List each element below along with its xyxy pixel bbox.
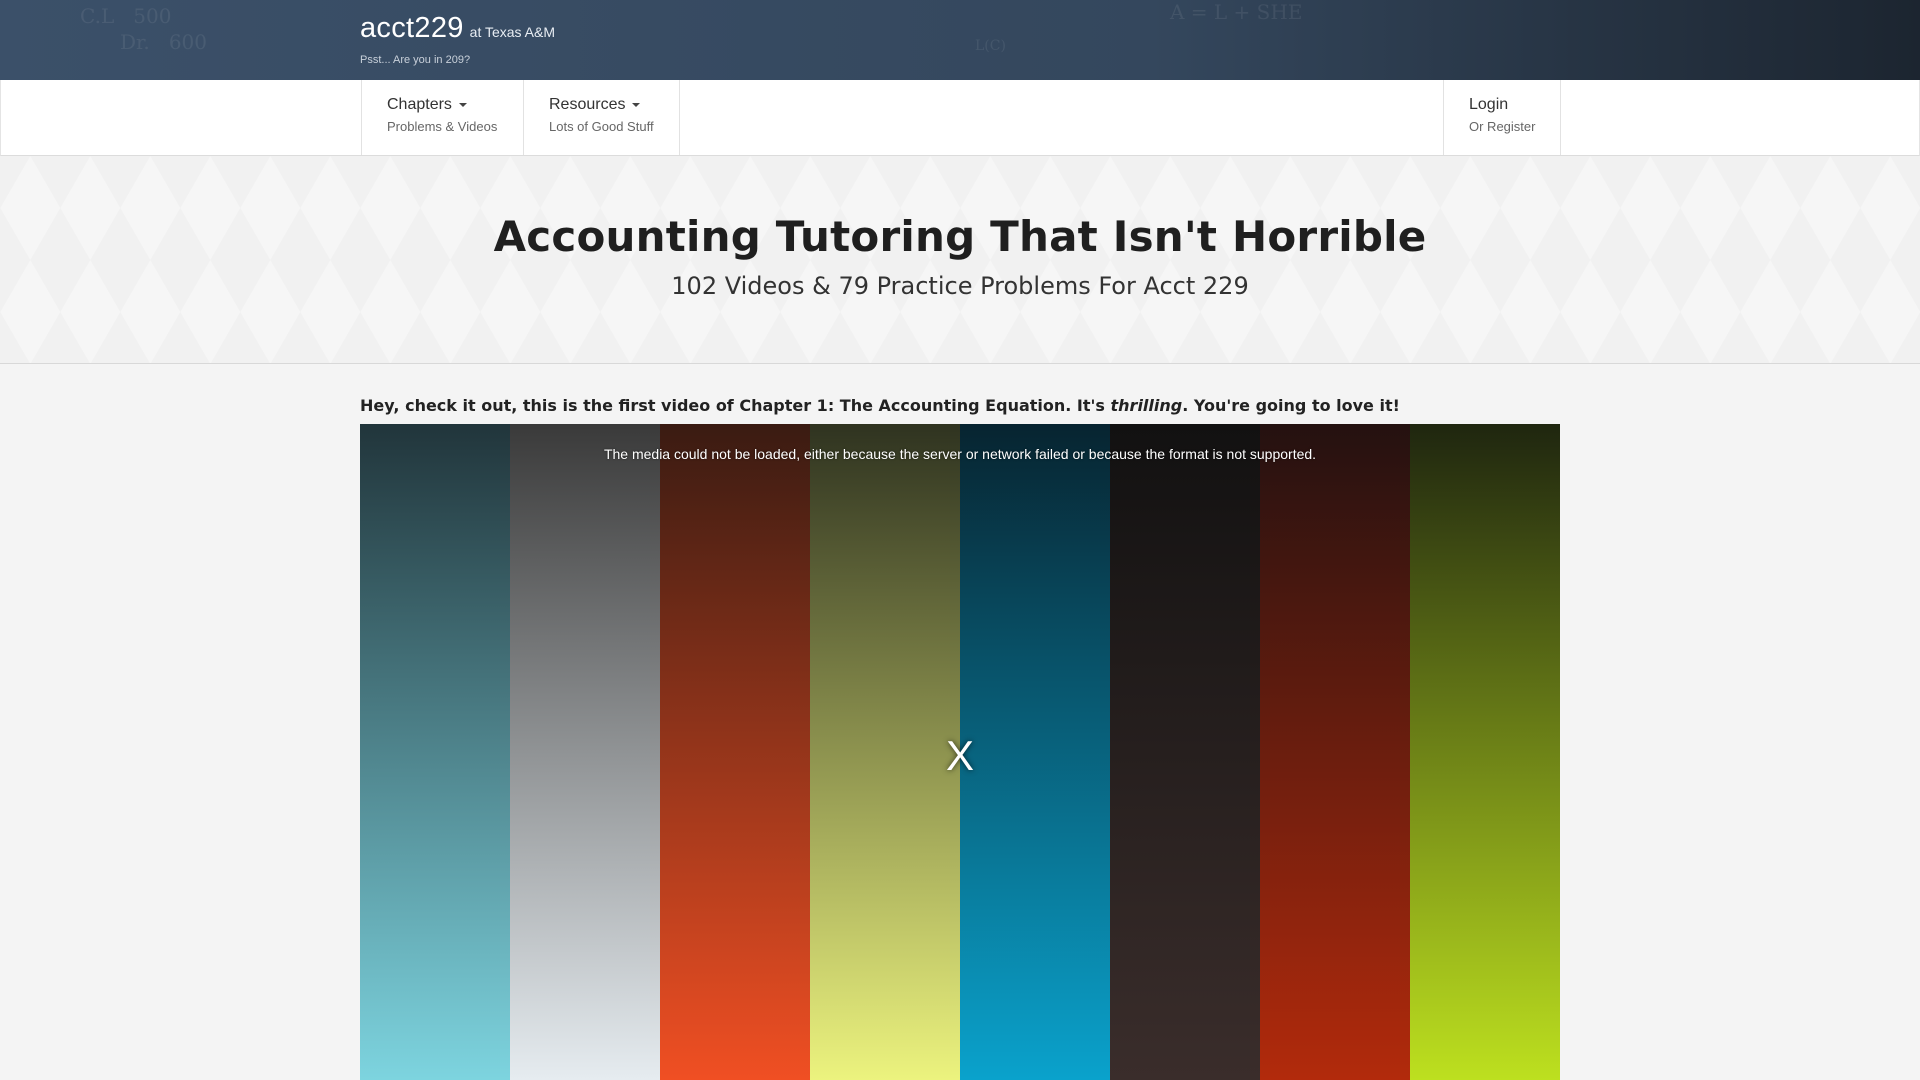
caret-down-icon <box>458 103 467 107</box>
page-subtitle: 102 Videos & 79 Practice Problems For Ac… <box>671 272 1249 300</box>
color-bar-2 <box>510 424 660 1080</box>
background-doodle: L(C) <box>975 38 1006 54</box>
nav-login-label: Login <box>1469 96 1509 113</box>
nav-chapters-title: Chapters <box>387 96 499 114</box>
nav-chapters-sub: Problems & Videos <box>387 119 498 134</box>
nav-resources-dropdown[interactable]: Resources Lots of Good Stuff <box>523 80 680 155</box>
nav-login[interactable]: Login Or Register <box>1443 80 1561 155</box>
nav-chapters-label: Chapters <box>387 96 452 113</box>
caret-down-icon <box>632 103 641 107</box>
nav-resources-label: Resources <box>549 96 626 113</box>
background-doodle: C.L 500 <box>80 4 172 28</box>
video-player[interactable]: The media could not be loaded, either be… <box>360 424 1560 1080</box>
background-doodle: Dr. 600 <box>120 30 208 54</box>
error-x-icon: X <box>945 732 974 779</box>
intro-text-start: Hey, check it out, this is the first vid… <box>360 396 1111 415</box>
page-title: Accounting Tutoring That Isn't Horrible <box>493 212 1427 261</box>
hero-section: Accounting Tutoring That Isn't Horrible … <box>0 156 1920 364</box>
video-intro-text: Hey, check it out, this is the first vid… <box>360 396 1560 415</box>
brand-name[interactable]: acct229 <box>360 12 464 44</box>
nav-resources-sub: Lots of Good Stuff <box>549 119 654 134</box>
main-navbar: Chapters Problems & Videos Resources Lot… <box>0 80 1920 156</box>
site-logo[interactable]: acct229 at Texas A&M <box>360 12 555 45</box>
nav-chapters-dropdown[interactable]: Chapters Problems & Videos <box>361 80 524 155</box>
media-error-message: The media could not be loaded, either be… <box>603 446 1317 462</box>
color-bar-7 <box>1260 424 1410 1080</box>
color-bar-8 <box>1410 424 1560 1080</box>
color-bar-6 <box>1110 424 1260 1080</box>
intro-text-emphasis: thrilling <box>1110 396 1183 415</box>
color-bar-5 <box>960 424 1110 1080</box>
intro-text-end: . You're going to love it! <box>1182 396 1400 415</box>
brand-tagline: Psst... Are you in 209? <box>360 54 471 66</box>
nav-register-label: Or Register <box>1469 119 1536 134</box>
nav-resources-title: Resources <box>549 96 655 114</box>
color-bar-3 <box>660 424 810 1080</box>
color-bar-1 <box>360 424 510 1080</box>
color-bar-4 <box>810 424 960 1080</box>
site-header: C.L 500 Dr. 600 A = L + SHE L(C) acct229… <box>0 0 1920 80</box>
brand-school: at Texas A&M <box>469 24 556 40</box>
background-doodle: A = L + SHE <box>1170 0 1303 24</box>
